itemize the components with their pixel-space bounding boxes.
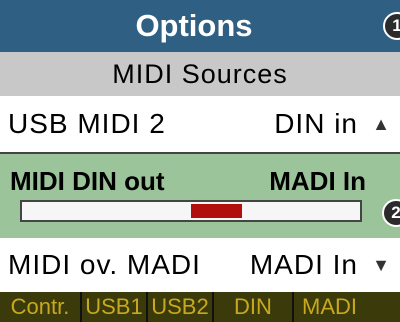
- midi-activity-level: [191, 204, 242, 218]
- list-row-midi-din-out-selected[interactable]: MIDI DIN out MADI In: [0, 154, 400, 238]
- list-row-usb-midi-2[interactable]: USB MIDI 2 DIN in ▲: [0, 96, 400, 152]
- tab-contr[interactable]: Contr.: [0, 292, 82, 322]
- section-header-label: MIDI Sources: [112, 58, 288, 89]
- bottom-tab-bar: Contr. USB1 USB2 DIN MADI: [0, 292, 400, 322]
- list-row-midi-ov-madi[interactable]: MIDI ov. MADI MADI In ▼: [0, 238, 400, 292]
- tab-usb2[interactable]: USB2: [148, 292, 214, 322]
- row-label-midi-ov-madi: MIDI ov. MADI: [8, 249, 201, 280]
- row-label-midi-din-out: MIDI DIN out: [10, 166, 165, 196]
- tab-din[interactable]: DIN: [214, 292, 294, 322]
- title-bar: Options: [0, 0, 400, 52]
- window-title: Options: [135, 8, 253, 43]
- scroll-down-arrow-icon[interactable]: ▼: [372, 255, 390, 276]
- midi-activity-meter: [20, 200, 362, 222]
- row-value-midi-din-out: MADI In: [269, 166, 366, 196]
- section-header-midi-sources: MIDI Sources: [0, 52, 400, 96]
- row-value-usb-midi-2: DIN in: [274, 108, 358, 139]
- tab-madi[interactable]: MADI: [294, 292, 400, 322]
- scroll-up-arrow-icon[interactable]: ▲: [372, 114, 390, 135]
- row-label-usb-midi-2: USB MIDI 2: [8, 108, 166, 139]
- options-screen: Options 1 MIDI Sources USB MIDI 2 DIN in…: [0, 0, 400, 322]
- tab-usb1[interactable]: USB1: [82, 292, 148, 322]
- row-value-midi-ov-madi: MADI In: [249, 249, 358, 280]
